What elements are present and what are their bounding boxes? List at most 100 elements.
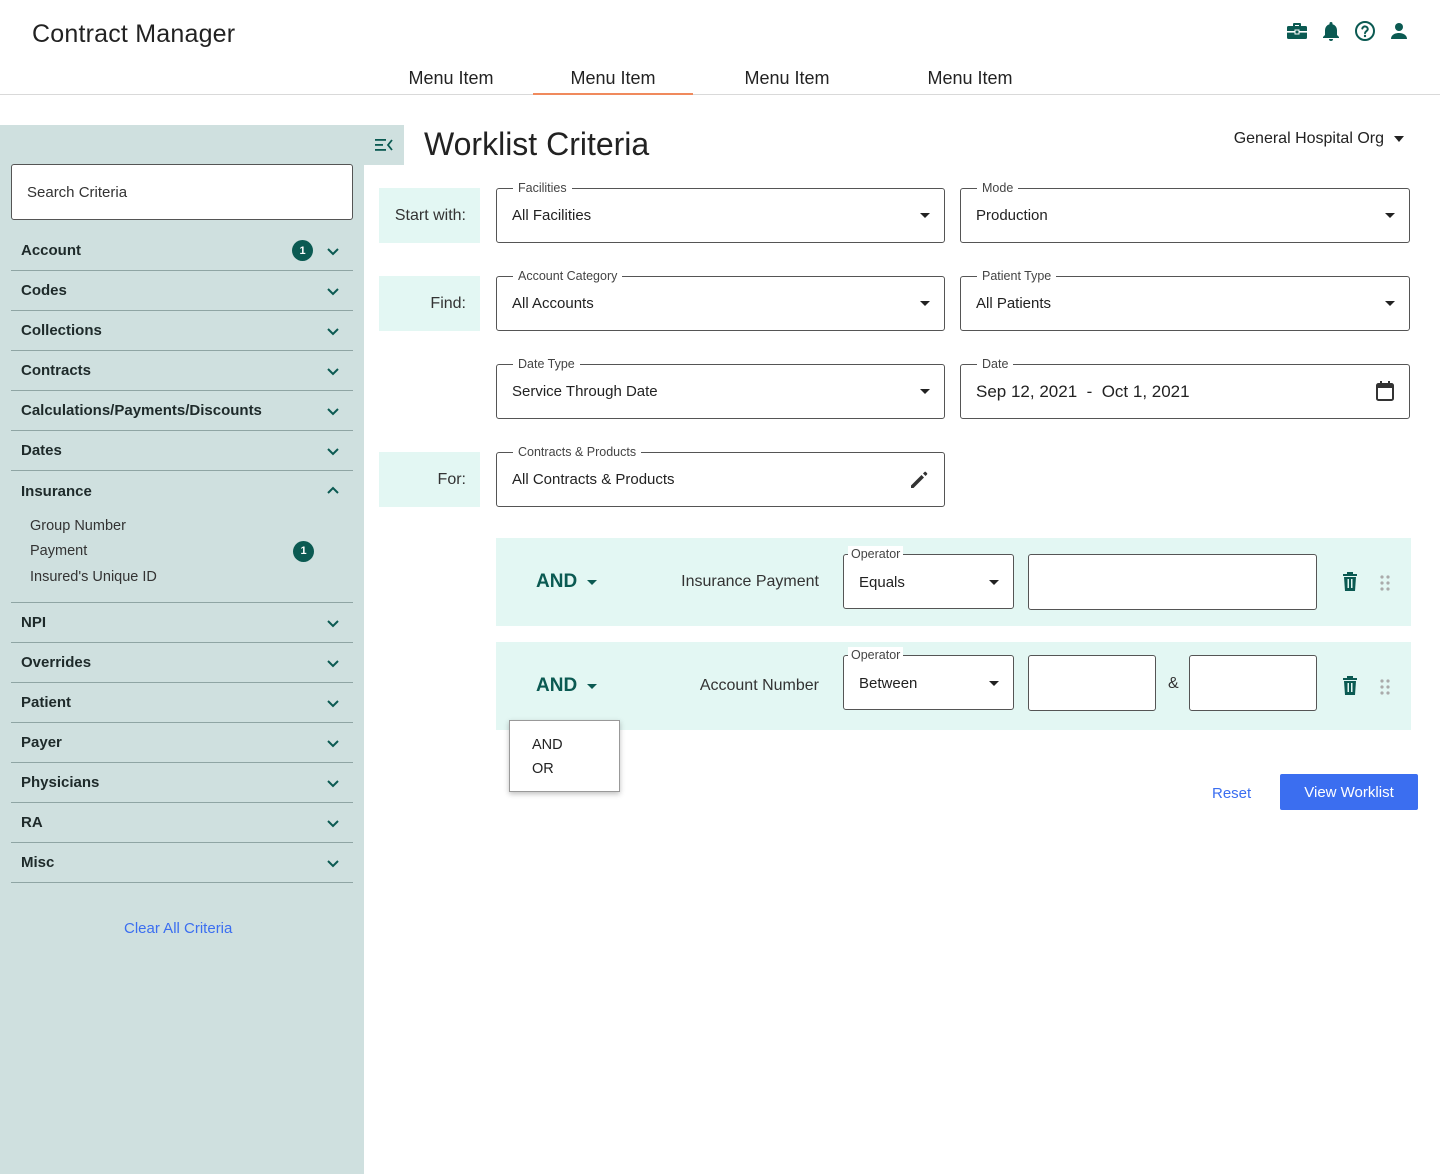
value-input[interactable]: [1028, 554, 1317, 610]
range-end-input[interactable]: [1189, 655, 1317, 711]
section-label: Account: [21, 242, 81, 259]
sub-item-payment[interactable]: Payment 1: [30, 539, 353, 565]
count-badge: 1: [292, 240, 313, 261]
caret-down-icon: [587, 579, 598, 585]
chevron-down-icon: [327, 779, 339, 787]
sub-item-insured-unique-id[interactable]: Insured's Unique ID: [30, 564, 353, 590]
for-label: For:: [379, 452, 480, 507]
chevron-down-icon: [327, 619, 339, 627]
sub-item-label: Payment: [30, 543, 88, 560]
criteria-sidebar: Account 1 Codes Collections Contracts Ca…: [0, 125, 364, 1174]
field-label: Mode: [977, 180, 1019, 196]
caret-down-icon: [920, 301, 930, 306]
mode-select[interactable]: Mode Production: [960, 180, 1410, 243]
chevron-down-icon: [327, 699, 339, 707]
operator-select[interactable]: Operator Equals: [843, 546, 1014, 609]
contracts-products-field[interactable]: Contracts & Products All Contracts & Pro…: [496, 444, 945, 507]
help-icon[interactable]: [1354, 20, 1376, 42]
chevron-down-icon: [327, 819, 339, 827]
field-value: Sep 12, 2021 - Oct 1, 2021: [976, 382, 1190, 401]
caret-down-icon: [1385, 213, 1395, 218]
trash-icon[interactable]: [1341, 676, 1359, 696]
operator-select[interactable]: Operator Between: [843, 647, 1014, 710]
date-type-select[interactable]: Date Type Service Through Date: [496, 356, 945, 419]
view-worklist-button[interactable]: View Worklist: [1280, 774, 1418, 810]
criteria-section-collections[interactable]: Collections: [11, 311, 353, 351]
range-start-input[interactable]: [1028, 655, 1156, 711]
briefcase-icon[interactable]: [1286, 20, 1308, 42]
app-title: Contract Manager: [32, 20, 236, 48]
org-select[interactable]: General Hospital Org: [1234, 130, 1404, 148]
criteria-section-payer[interactable]: Payer: [11, 723, 353, 763]
section-label: Misc: [21, 853, 55, 871]
org-name: General Hospital Org: [1233, 130, 1384, 147]
facilities-select[interactable]: Facilities All Facilities: [496, 180, 945, 243]
criteria-section-insurance[interactable]: Insurance: [11, 471, 353, 511]
criteria-section-dates[interactable]: Dates: [11, 431, 353, 471]
drag-handle-icon[interactable]: [1379, 574, 1391, 592]
sub-item-group-number[interactable]: Group Number: [30, 513, 353, 539]
logic-dropdown[interactable]: AND: [536, 571, 598, 593]
caret-down-icon: [587, 683, 598, 689]
nav-item-1[interactable]: Menu Item: [405, 68, 497, 95]
drag-handle-icon[interactable]: [1379, 678, 1391, 696]
logic-value: AND: [536, 571, 578, 592]
account-category-select[interactable]: Account Category All Accounts: [496, 268, 945, 331]
clear-all-criteria-link[interactable]: Clear All Criteria: [124, 920, 232, 937]
pencil-edit-icon[interactable]: [908, 469, 930, 491]
trash-icon[interactable]: [1341, 572, 1359, 592]
user-icon[interactable]: [1388, 20, 1410, 42]
section-label: Dates: [21, 442, 62, 459]
criteria-section-misc[interactable]: Misc: [11, 843, 353, 883]
find-label: Find:: [379, 276, 480, 331]
chevron-down-icon: [327, 328, 339, 336]
nav-item-3[interactable]: Menu Item: [741, 68, 833, 95]
sub-item-label: Group Number: [30, 517, 126, 534]
field-value: Service Through Date: [512, 383, 658, 400]
patient-type-select[interactable]: Patient Type All Patients: [960, 268, 1410, 331]
criteria-section-overrides[interactable]: Overrides: [11, 643, 353, 683]
page-title: Worklist Criteria: [424, 126, 650, 162]
nav-item-4[interactable]: Menu Item: [924, 68, 1016, 95]
condition-name: Insurance Payment: [681, 573, 819, 590]
criteria-section-npi[interactable]: NPI: [11, 603, 353, 643]
criteria-section-codes[interactable]: Codes: [11, 271, 353, 311]
criteria-section-physicians[interactable]: Physicians: [11, 763, 353, 803]
section-label: Codes: [21, 282, 67, 299]
chevron-down-icon: [327, 368, 339, 376]
section-label: Collections: [21, 322, 102, 339]
logic-dropdown[interactable]: AND: [536, 675, 598, 697]
collapse-sidebar-button[interactable]: [364, 125, 404, 165]
caret-down-icon: [1385, 301, 1395, 306]
nav-item-2-active[interactable]: Menu Item: [533, 68, 693, 95]
main-nav: Menu Item Menu Item Menu Item Menu Item: [0, 64, 1440, 95]
condition-row-account-number: AND Account Number Operator Between &: [496, 642, 1411, 730]
criteria-section-contracts[interactable]: Contracts: [11, 351, 353, 391]
criteria-section-ra[interactable]: RA: [11, 803, 353, 843]
criteria-section-patient[interactable]: Patient: [11, 683, 353, 723]
section-label: Payer: [21, 733, 62, 751]
section-label: Calculations/Payments/Discounts: [21, 402, 262, 419]
chevron-down-icon: [327, 448, 339, 456]
field-value: All Accounts: [512, 295, 594, 312]
calendar-icon[interactable]: [1375, 380, 1395, 402]
section-label: Patient: [21, 693, 72, 711]
criteria-section-calculations[interactable]: Calculations/Payments/Discounts: [11, 391, 353, 431]
menu-item-and[interactable]: AND: [532, 737, 563, 753]
field-label: Patient Type: [977, 268, 1057, 284]
section-label: Insurance: [21, 482, 92, 500]
chevron-down-icon: [327, 408, 339, 416]
search-criteria-input[interactable]: [11, 164, 353, 220]
field-value: Between: [859, 675, 918, 692]
range-separator: &: [1168, 675, 1179, 692]
reset-button[interactable]: Reset: [1212, 785, 1251, 802]
chevron-down-icon: [327, 859, 339, 867]
field-value: All Contracts & Products: [512, 471, 675, 488]
caret-down-icon: [989, 580, 999, 585]
date-range-field[interactable]: Date Sep 12, 2021 - Oct 1, 2021: [960, 356, 1410, 419]
field-value: All Facilities: [512, 207, 592, 224]
criteria-section-account[interactable]: Account 1: [11, 231, 353, 271]
menu-item-or[interactable]: OR: [532, 761, 554, 777]
condition-name: Account Number: [699, 677, 819, 694]
bell-icon[interactable]: [1320, 20, 1342, 42]
